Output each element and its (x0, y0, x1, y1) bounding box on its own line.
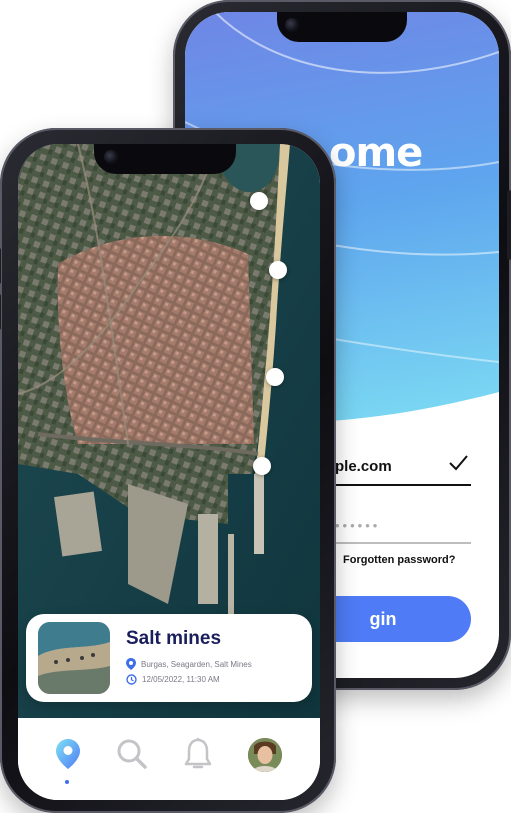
search-icon (117, 739, 147, 769)
map-pin[interactable] (269, 261, 287, 279)
volume-up-button (0, 248, 1, 284)
power-button (507, 190, 511, 260)
map-pin[interactable] (253, 457, 271, 475)
nav-notifications[interactable] (180, 736, 216, 772)
place-thumbnail (38, 622, 110, 694)
active-indicator (65, 780, 69, 784)
volume-down-button (0, 294, 1, 330)
place-location-row: Burgas, Seagarden, Salt Mines (126, 658, 252, 670)
email-field[interactable]: ple.com (335, 458, 392, 475)
front-camera (104, 150, 118, 164)
notch (94, 144, 236, 174)
place-datetime-row: 12/05/2022, 11:30 AM (126, 674, 220, 685)
clock-icon (126, 674, 137, 685)
bottom-nav (18, 718, 320, 800)
nav-search[interactable] (114, 736, 150, 772)
map-phone-mockup: Salt mines Burgas, Seagarden, Salt Mines… (0, 128, 336, 813)
nav-location[interactable] (50, 736, 86, 772)
place-card[interactable]: Salt mines Burgas, Seagarden, Salt Mines… (26, 614, 312, 702)
notch (277, 12, 407, 42)
location-pin-icon (126, 658, 136, 670)
welcome-title: ome (329, 130, 423, 176)
map-pin[interactable] (266, 368, 284, 386)
map-pin[interactable] (250, 192, 268, 210)
password-field[interactable]: •••••• (335, 518, 380, 533)
forgot-password-link[interactable]: Forgotten password? (343, 554, 455, 566)
bell-icon (184, 738, 212, 769)
avatar[interactable] (248, 738, 282, 772)
check-icon (449, 455, 468, 471)
map-screen: Salt mines Burgas, Seagarden, Salt Mines… (18, 144, 320, 800)
front-camera (285, 18, 299, 32)
place-location: Burgas, Seagarden, Salt Mines (141, 659, 252, 669)
login-button-label: gin (369, 609, 397, 629)
place-title: Salt mines (126, 628, 222, 649)
place-datetime: 12/05/2022, 11:30 AM (142, 675, 220, 684)
location-icon (56, 739, 80, 769)
